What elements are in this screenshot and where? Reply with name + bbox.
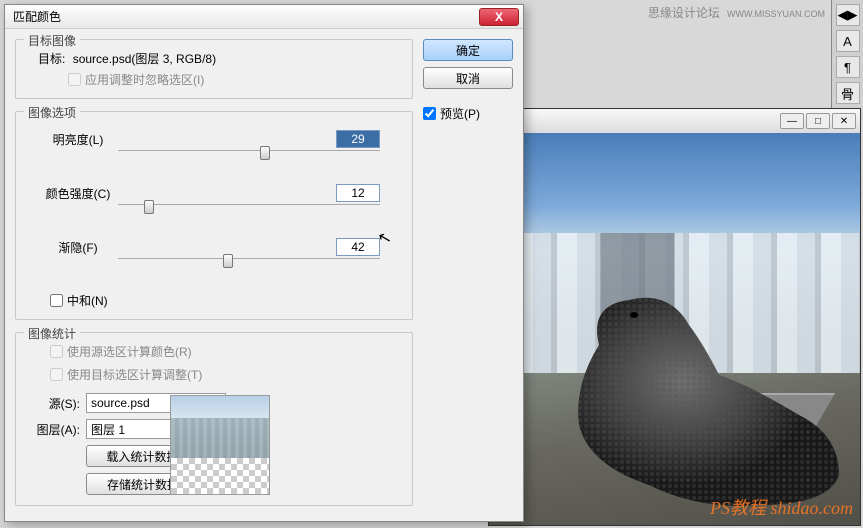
lizard-composite [559,285,849,515]
doc-close-button[interactable]: ✕ [832,113,856,129]
use-source-selection-label: 使用源选区计算颜色(R) [67,343,192,360]
options-group-title: 图像选项 [24,104,80,121]
preview-label: 预览(P) [440,105,480,122]
intensity-thumb[interactable] [144,200,154,214]
use-source-selection-checkbox[interactable] [50,345,63,358]
luminance-slider[interactable] [118,150,380,168]
ignore-selection-label: 应用调整时忽略选区(I) [85,71,204,88]
use-target-selection-checkbox[interactable] [50,368,63,381]
character-panel-icon[interactable]: A [836,30,860,52]
panel-expand-icon[interactable]: ◀▶ [836,4,860,26]
document-window: — □ ✕ [488,108,861,526]
image-options-group: 图像选项 明亮度(L) 颜色强度(C) [15,111,413,320]
use-target-selection-label: 使用目标选区计算调整(T) [67,366,202,383]
dialog-title: 匹配颜色 [9,8,479,25]
source-value: source.psd [91,396,150,410]
match-color-dialog: 匹配颜色 X 目标图像 目标: source.psd(图层 3, RGB/8) … [4,4,524,522]
target-label: 目标: [38,52,65,66]
layer-value: 图层 1 [91,421,125,438]
preview-checkbox[interactable] [423,107,436,120]
watermark-text: 思缘设计论坛 [648,6,720,20]
fade-label: 渐隐(F) [28,239,128,256]
bottom-watermark: PS教程 shidao.com [710,494,853,520]
close-icon[interactable]: X [479,8,519,26]
brush-panel-icon[interactable]: 骨 [836,82,860,104]
intensity-label: 颜色强度(C) [28,185,128,202]
fade-slider[interactable] [118,258,380,276]
source-thumbnail [170,395,270,495]
image-statistics-group: 图像统计 使用源选区计算颜色(R) 使用目标选区计算调整(T) 源(S): so… [15,332,413,506]
dialog-titlebar: 匹配颜色 X [5,5,523,29]
ok-button[interactable]: 确定 [423,39,513,61]
source-label: 源(S): [28,395,80,412]
right-panel-strip: ◀▶ A ¶ 骨 [831,0,863,120]
document-canvas [489,133,860,525]
ignore-selection-checkbox[interactable] [68,73,81,86]
fade-thumb[interactable] [223,254,233,268]
maximize-button[interactable]: □ [806,113,830,129]
layer-label: 图层(A): [28,421,80,438]
neutralize-checkbox[interactable] [50,294,63,307]
neutralize-label: 中和(N) [67,292,108,309]
cancel-button[interactable]: 取消 [423,67,513,89]
target-value: source.psd(图层 3, RGB/8) [73,52,216,66]
luminance-thumb[interactable] [260,146,270,160]
watermark-url: WWW.MISSYUAN.COM [727,9,825,19]
target-group-title: 目标图像 [24,32,80,49]
luminance-input[interactable] [336,130,380,148]
intensity-slider[interactable] [118,204,380,222]
minimize-button[interactable]: — [780,113,804,129]
document-titlebar: — □ ✕ [489,109,860,133]
paragraph-panel-icon[interactable]: ¶ [836,56,860,78]
intensity-input[interactable] [336,184,380,202]
stats-group-title: 图像统计 [24,325,80,342]
target-image-group: 目标图像 目标: source.psd(图层 3, RGB/8) 应用调整时忽略… [15,39,413,99]
luminance-label: 明亮度(L) [28,131,128,148]
fade-input[interactable] [336,238,380,256]
